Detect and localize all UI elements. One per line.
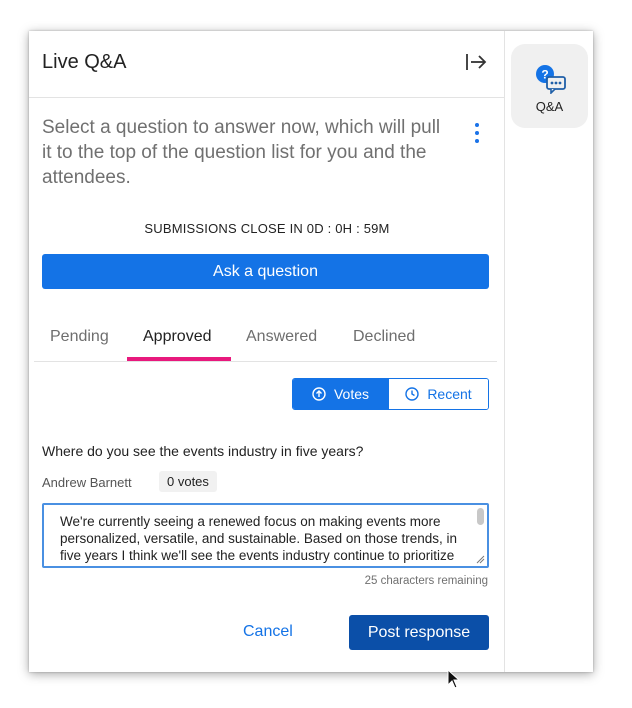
more-options-button[interactable] — [470, 121, 484, 145]
rail-qa-button[interactable]: ? Q&A — [511, 44, 588, 128]
submissions-countdown: SUBMISSIONS CLOSE IN 0D : 0H : 59M — [144, 221, 390, 236]
sort-votes-label: Votes — [333, 386, 370, 402]
question-author: Andrew Barnett — [42, 475, 132, 490]
ask-question-button[interactable]: Ask a question — [42, 254, 489, 289]
post-response-button[interactable]: Post response — [349, 615, 489, 650]
tab-answered[interactable]: Answered — [246, 328, 317, 346]
collapse-panel-icon — [466, 54, 487, 70]
instructions-text: Select a question to answer now, which w… — [42, 117, 441, 188]
vote-count-badge: 0 votes — [159, 471, 217, 492]
response-textarea[interactable]: We're currently seeing a renewed focus o… — [42, 503, 489, 568]
panel-title: Live Q&A — [42, 51, 127, 73]
question-text: Where do you see the events industry in … — [42, 443, 364, 459]
clock-icon — [405, 387, 420, 401]
more-dot — [475, 139, 479, 143]
collapse-panel-button[interactable] — [461, 50, 489, 74]
resize-handle-icon[interactable] — [475, 554, 485, 564]
status-tabs: Pending Approved Answered Declined — [34, 319, 497, 362]
cancel-button[interactable]: Cancel — [243, 623, 293, 641]
active-tab-indicator — [127, 357, 231, 361]
tab-pending[interactable]: Pending — [50, 328, 109, 346]
arrow-up-circle-icon — [312, 387, 326, 401]
response-text: We're currently seeing a renewed focus o… — [60, 514, 457, 566]
rail-qa-label: Q&A — [535, 99, 564, 114]
qa-window: Live Q&A Select a question to answer now… — [29, 31, 593, 689]
textarea-scrollbar[interactable] — [477, 508, 484, 525]
sort-votes-button[interactable]: Votes — [293, 379, 388, 409]
more-dot — [475, 131, 479, 135]
panel-header: Live Q&A — [29, 31, 505, 98]
sort-toggle-group: Votes Recent — [292, 378, 489, 410]
sort-recent-label: Recent — [427, 386, 472, 402]
tab-declined[interactable]: Declined — [353, 328, 415, 346]
mouse-cursor-icon — [447, 669, 461, 689]
side-rail: ? Q&A — [506, 31, 593, 672]
sort-recent-button[interactable]: Recent — [388, 379, 488, 409]
qa-panel: Live Q&A Select a question to answer now… — [29, 31, 505, 689]
qa-chat-icon: ? — [535, 65, 566, 94]
characters-remaining: 25 characters remaining — [364, 575, 488, 587]
tab-approved[interactable]: Approved — [143, 328, 212, 346]
more-vertical-icon — [475, 123, 479, 127]
